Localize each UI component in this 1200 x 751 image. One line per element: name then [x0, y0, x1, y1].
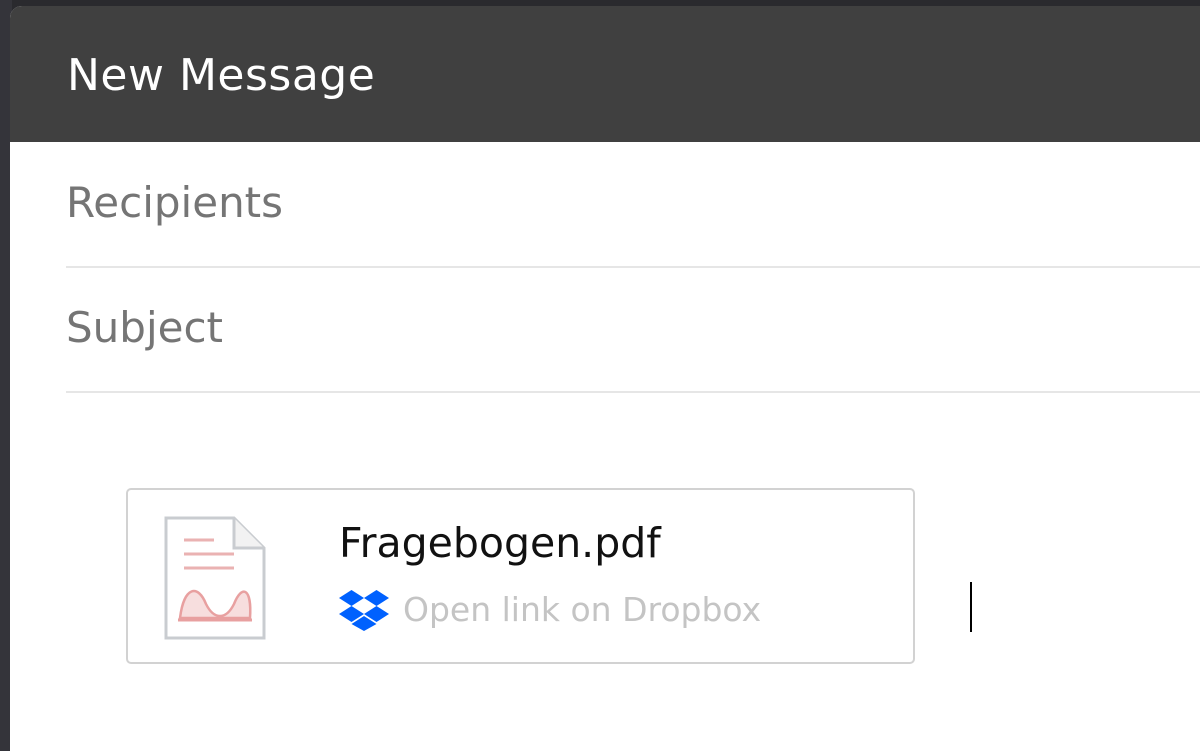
- attachment-card[interactable]: Fragebogen.pdf Open link on Dropbox: [126, 488, 915, 664]
- subject-input[interactable]: [66, 267, 1166, 387]
- open-on-dropbox-link[interactable]: Open link on Dropbox: [339, 588, 761, 632]
- open-on-dropbox-label: Open link on Dropbox: [403, 590, 762, 629]
- recipients-input[interactable]: [66, 142, 1166, 262]
- recipients-field: [66, 142, 1200, 268]
- compose-title: New Message: [67, 50, 376, 101]
- subject-field: [66, 267, 1200, 393]
- compose-titlebar[interactable]: New Message: [10, 6, 1200, 142]
- compose-window: New Message Fragebogen.pdf Open li: [10, 6, 1200, 751]
- pdf-file-icon: [164, 516, 266, 640]
- body-text-cursor: [970, 582, 972, 632]
- attachment-file-name: Fragebogen.pdf: [339, 519, 661, 567]
- dropbox-icon: [339, 590, 389, 631]
